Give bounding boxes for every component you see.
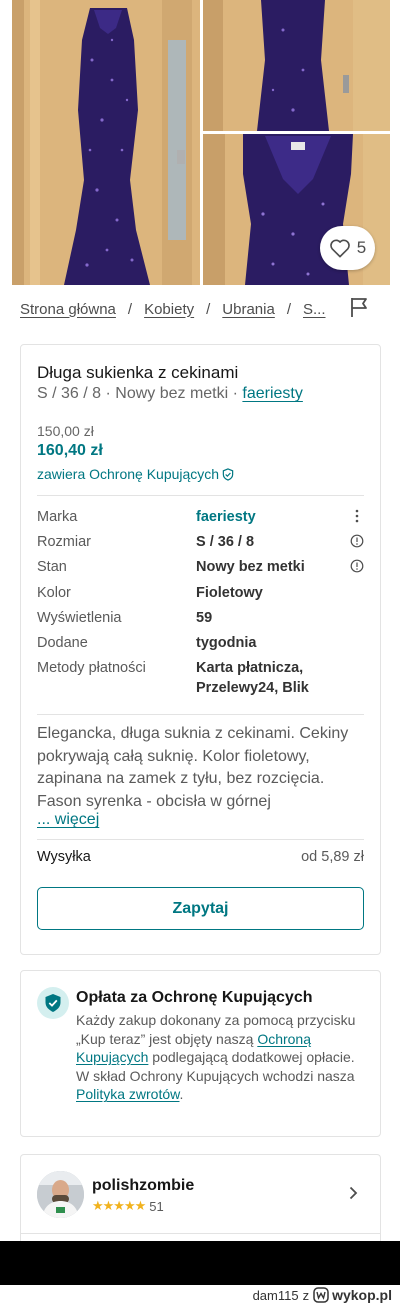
shield-check-icon — [37, 987, 69, 1019]
divider — [37, 714, 364, 715]
info-icon[interactable] — [350, 559, 364, 573]
more-options-icon[interactable] — [350, 509, 364, 523]
wykop-logo-icon — [313, 1287, 329, 1303]
attribute-row-views: Wyświetlenia 59 — [37, 606, 364, 631]
item-title: Długa sukienka z cekinami — [37, 363, 239, 382]
rating-stars-icon: ★★★★★ — [92, 1198, 146, 1213]
item-description: Elegancka, długa suknia z cekinami. Ceki… — [37, 725, 349, 810]
watermark-text: dam115 z wykop.pl — [253, 1287, 392, 1303]
shipping-price: od 5,89 zł — [301, 849, 364, 865]
seller-avatar[interactable] — [37, 1171, 84, 1218]
attribute-row-brand: Marka faeriesty — [37, 505, 364, 530]
favorite-count: 5 — [356, 238, 367, 257]
buyer-protection-text-part: . — [179, 1086, 184, 1103]
description-more-link[interactable]: ... więcej — [37, 811, 99, 829]
brand-link[interactable]: faeriesty — [242, 385, 302, 402]
watermark-user: dam115 — [252, 1287, 299, 1303]
breadcrumb-clothes[interactable]: Ubrania — [222, 301, 275, 318]
item-summary-text: S / 36 / 8 · Nowy bez metki · — [37, 385, 243, 402]
attribute-value: Nowy bez metki — [196, 559, 305, 576]
buyer-protection-text-part: Każdy zakup dokonany za pomocą przycisku… — [76, 1012, 356, 1047]
item-summary: S / 36 / 8 · Nowy bez metki · faeriesty — [37, 385, 303, 403]
seller-review-count: 51 — [149, 1198, 164, 1214]
report-flag-icon[interactable] — [347, 295, 371, 319]
divider — [37, 839, 364, 840]
attribute-row-color: Kolor Fioletowy — [37, 581, 364, 606]
breadcrumb-home[interactable]: Strona główna — [20, 301, 116, 318]
buyer-protection-text: Każdy zakup dokonany za pomocą przycisku… — [76, 1011, 368, 1104]
breadcrumb: Strona główna / Kobiety / Ubrania / S... — [20, 296, 330, 322]
divider — [20, 1233, 381, 1234]
attribute-row-size: Rozmiar S / 36 / 8 — [37, 530, 364, 555]
wykop-logo: wykop.pl — [313, 1287, 392, 1303]
breadcrumb-separator: / — [127, 300, 133, 318]
item-photo-secondary[interactable] — [203, 0, 390, 131]
buyer-protection-link[interactable]: zawiera Ochronę Kupujących — [37, 466, 234, 482]
attribute-value: S / 36 / 8 — [196, 534, 255, 551]
attribute-label: Metody płatności — [37, 660, 146, 677]
seller-rating: ★★★★★ 51 — [92, 1198, 164, 1214]
attribute-label: Marka — [37, 509, 78, 525]
item-details-card: Długa sukienka z cekinami S / 36 / 8 · N… — [20, 344, 381, 955]
item-price: 150,00 zł — [37, 423, 94, 439]
attribute-value-brand[interactable]: faeriesty — [196, 509, 256, 525]
watermark-connector: z — [302, 1287, 310, 1303]
return-policy-link[interactable]: Polityka zwrotów — [76, 1086, 179, 1102]
buyer-protection-card: Opłata za Ochronę Kupujących Każdy zakup… — [20, 970, 381, 1137]
buyer-protection-note: zawiera Ochronę Kupujących — [37, 466, 220, 482]
system-navigation-bar — [0, 1241, 400, 1285]
attribute-row-payment: Metody płatności Karta płatnicza, Przele… — [37, 656, 364, 700]
watermark-site: wykop.pl — [332, 1287, 392, 1303]
item-price-total: 160,40 zł — [37, 442, 103, 459]
favorite-button[interactable]: 5 — [320, 226, 375, 270]
info-icon[interactable] — [350, 534, 364, 548]
attribute-label: Rozmiar — [37, 534, 91, 551]
attribute-row-condition: Stan Nowy bez metki — [37, 555, 364, 580]
buyer-protection-title: Opłata za Ochronę Kupujących — [76, 989, 313, 1006]
seller-name[interactable]: polishzombie — [92, 1177, 194, 1195]
breadcrumb-current[interactable]: S... — [303, 301, 326, 318]
shipping-label: Wysyłka — [37, 849, 91, 865]
shield-check-icon — [222, 467, 234, 481]
item-photo-main[interactable] — [12, 0, 200, 285]
ask-seller-button[interactable]: Zapytaj — [37, 887, 364, 930]
attribute-value: Karta płatnicza, Przelewy24, Blik — [196, 660, 309, 697]
photo-gallery: 5 — [0, 0, 400, 285]
divider — [37, 495, 364, 496]
heart-icon — [329, 239, 350, 258]
chevron-right-icon[interactable] — [345, 1185, 361, 1201]
breadcrumb-women[interactable]: Kobiety — [144, 301, 194, 318]
attribute-label: Stan — [37, 559, 67, 576]
attribute-value: tygodnia — [196, 634, 257, 651]
attribute-label: Dodane — [37, 634, 88, 651]
item-attributes: Marka faeriesty Rozmiar S / 36 / 8 Stan … — [37, 505, 364, 700]
breadcrumb-separator: / — [206, 300, 211, 318]
watermark: dam115 z wykop.pl — [0, 1285, 400, 1305]
breadcrumb-separator: / — [286, 300, 291, 318]
attribute-value: 59 — [196, 609, 213, 626]
attribute-value: Fioletowy — [196, 584, 263, 601]
attribute-label: Kolor — [37, 584, 71, 601]
attribute-label: Wyświetlenia — [37, 609, 122, 626]
attribute-row-added: Dodane tygodnia — [37, 631, 364, 656]
seller-card[interactable]: polishzombie ★★★★★ 51 — [20, 1154, 381, 1254]
